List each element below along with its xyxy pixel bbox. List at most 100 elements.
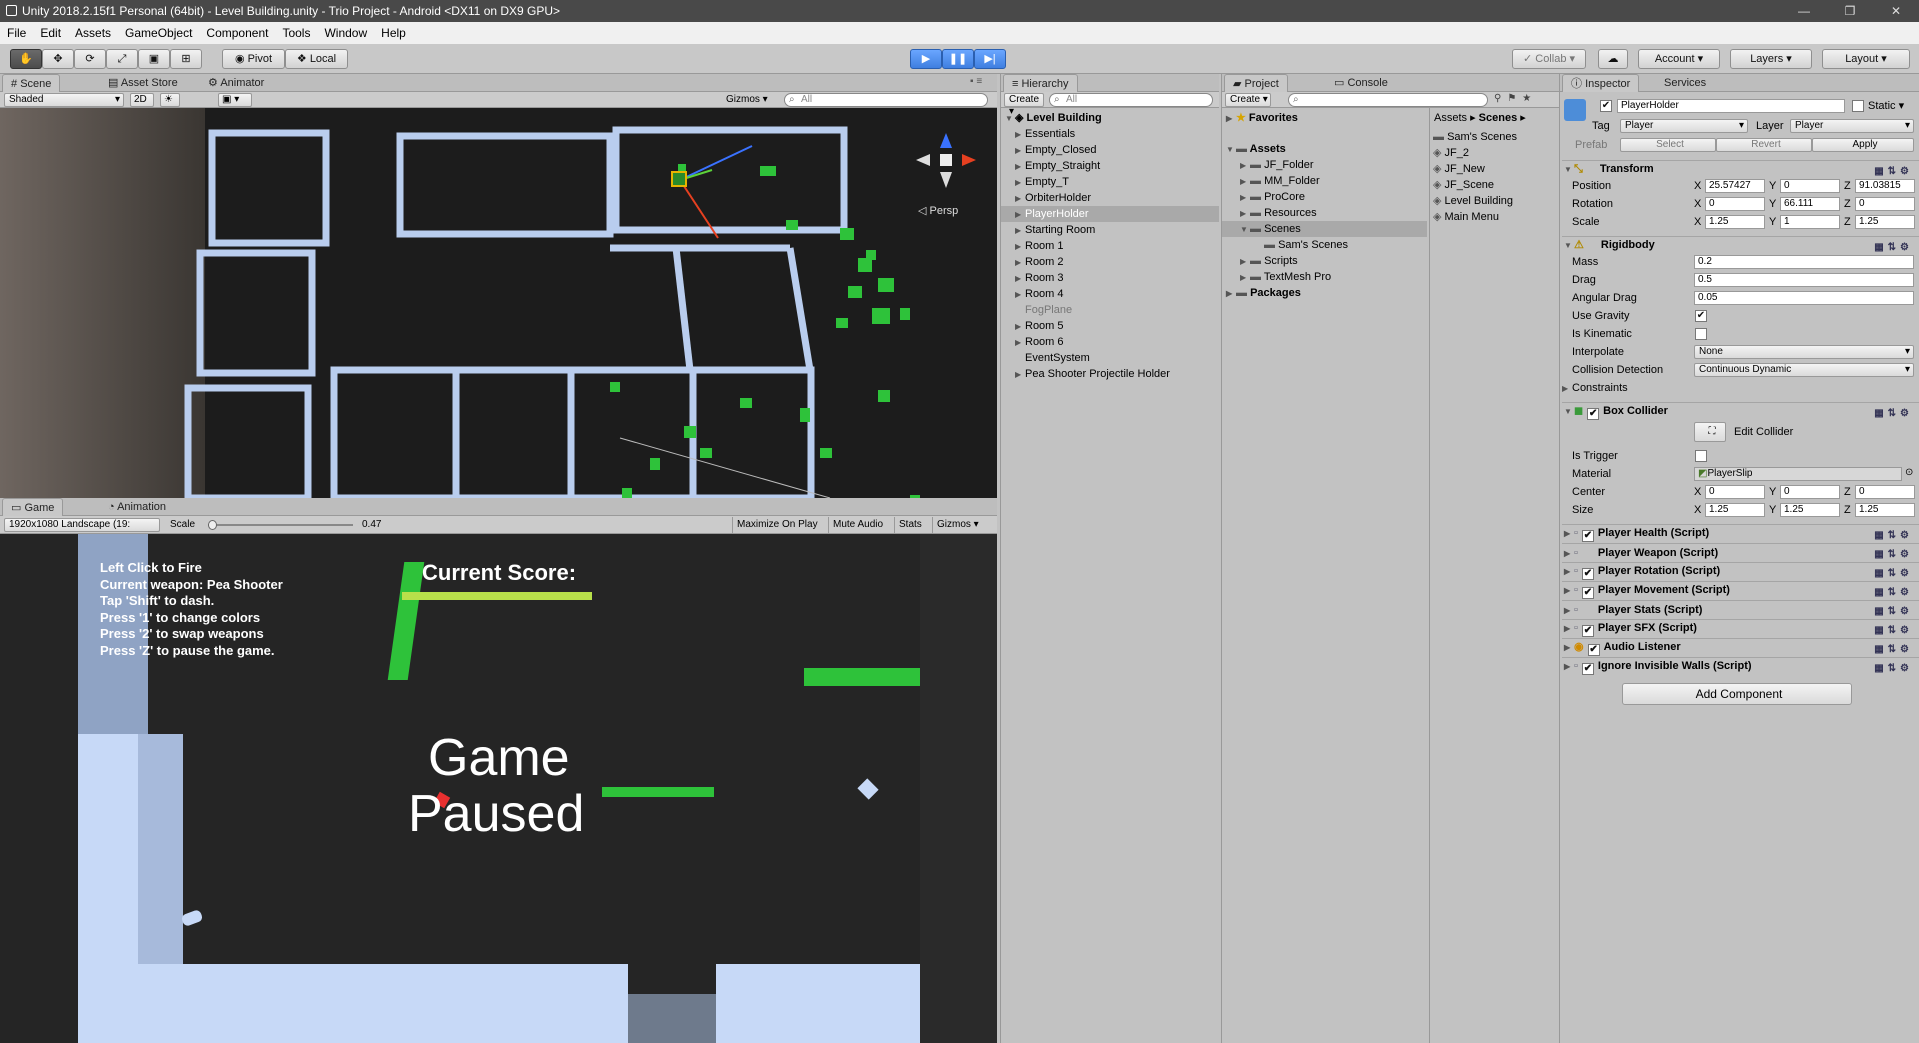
component-enabled-checkbox[interactable]: ✔ [1581, 625, 1594, 637]
scene-search-input[interactable]: ⌕ All [784, 93, 988, 107]
center-axis-label[interactable]: Y [1769, 484, 1776, 500]
rotation-axis-label[interactable]: Y [1769, 196, 1776, 212]
hierarchy-item[interactable]: EventSystem [1001, 350, 1219, 366]
expand-arrow-icon[interactable]: ▶ [1015, 143, 1025, 159]
layout-dropdown[interactable]: Layout ▾ [1822, 49, 1910, 69]
box-collider-header[interactable]: ▼ ◼ ✔ Box Collider ▦⇅⚙ [1562, 402, 1919, 420]
persp-label[interactable]: ◁ Persp [918, 204, 958, 217]
maximize-button[interactable]: ❐ [1827, 0, 1873, 22]
project-file-item[interactable]: ◈ JF_Scene [1433, 177, 1557, 193]
rotation-z-field[interactable]: 0 [1855, 197, 1915, 211]
hierarchy-item[interactable]: ▶ PlayerHolder [1001, 206, 1219, 222]
project-folder-item[interactable]: ▶ ▬ TextMesh Pro [1222, 269, 1427, 285]
rotation-axis-label[interactable]: X [1694, 196, 1701, 212]
tab-animation[interactable]: ◔ Animation [100, 498, 174, 516]
script-component-header[interactable]: ▶ ▫ Player Stats (Script) ▦⇅⚙ [1562, 600, 1919, 617]
center-axis-label[interactable]: X [1694, 484, 1701, 500]
hierarchy-item[interactable]: ▶ Essentials [1001, 126, 1219, 142]
scale-axis-label[interactable]: X [1694, 214, 1701, 230]
shading-dropdown[interactable]: Shaded ▾ [4, 93, 124, 107]
favorites-row[interactable]: ▶ ★ Favorites [1222, 110, 1427, 126]
component-enabled-checkbox[interactable]: ✔ [1581, 587, 1594, 599]
menu-file[interactable]: File [0, 22, 33, 44]
expand-arrow-icon[interactable]: ▶ [1240, 174, 1250, 190]
script-component-header[interactable]: ▶ ▫ Player Weapon (Script) ▦⇅⚙ [1562, 543, 1919, 560]
script-component-header[interactable]: ▶ ▫ ✔ Player Health (Script) ▦⇅⚙ [1562, 524, 1919, 544]
hierarchy-item[interactable]: ▶ Room 6 [1001, 334, 1219, 350]
is-kinematic-checkbox[interactable] [1695, 328, 1707, 340]
project-search-input[interactable]: ⌕ [1288, 93, 1488, 107]
rotation-y-field[interactable]: 66.111 [1780, 197, 1840, 211]
expand-arrow-icon[interactable]: ▼ [1240, 222, 1250, 238]
position-axis-label[interactable]: Z [1844, 178, 1851, 194]
project-file-item[interactable]: ◈ Main Menu [1433, 209, 1557, 225]
position-z-field[interactable]: 91.03815 [1855, 179, 1915, 193]
scale-y-field[interactable]: 1 [1780, 215, 1840, 229]
scale-slider-track[interactable] [208, 524, 353, 526]
hierarchy-item[interactable]: ▶ Empty_T [1001, 174, 1219, 190]
prefab-select-button[interactable]: Select [1620, 138, 1716, 152]
box-collider-enabled-checkbox[interactable]: ✔ [1587, 408, 1600, 420]
menu-tools[interactable]: Tools [275, 22, 317, 44]
expand-arrow-icon[interactable]: ▶ [1240, 254, 1250, 270]
account-dropdown[interactable]: Account ▾ [1638, 49, 1720, 69]
panel-menu-icon[interactable]: ▪ ≡ [970, 76, 982, 87]
hierarchy-item[interactable]: ▶ Empty_Straight [1001, 158, 1219, 174]
expand-arrow-icon[interactable]: ▶ [1015, 319, 1025, 335]
component-settings-icon[interactable]: ▦⇅⚙ [1874, 603, 1913, 620]
hierarchy-item[interactable]: ▶ OrbiterHolder [1001, 190, 1219, 206]
static-checkbox[interactable] [1852, 100, 1864, 112]
rotation-axis-label[interactable]: Z [1844, 196, 1851, 212]
menu-assets[interactable]: Assets [68, 22, 118, 44]
expand-arrow-icon[interactable]: ▶ [1015, 127, 1025, 143]
active-checkbox[interactable]: ✔ [1600, 100, 1612, 112]
interpolate-dropdown[interactable]: None ▾ [1694, 345, 1914, 359]
is-trigger-checkbox[interactable] [1695, 450, 1707, 462]
mute-audio-toggle[interactable]: Mute Audio [828, 517, 883, 533]
project-file-item[interactable]: ▬ Sam's Scenes [1433, 129, 1557, 145]
transform-header[interactable]: ▼ ⤡ Transform ▦⇅⚙ [1562, 160, 1919, 177]
tab-scene[interactable]: # Scene [2, 74, 61, 92]
component-settings-icon[interactable]: ▦⇅⚙ [1874, 641, 1913, 658]
component-settings-icon[interactable]: ▦⇅⚙ [1874, 527, 1913, 544]
rect-tool-icon[interactable]: ▣ [138, 49, 170, 69]
collision-detection-dropdown[interactable]: Continuous Dynamic ▾ [1694, 363, 1914, 377]
play-button[interactable]: ▶ [910, 49, 942, 69]
scale-z-field[interactable]: 1.25 [1855, 215, 1915, 229]
scene-viewport[interactable]: ◁ Persp [0, 108, 997, 498]
project-file-item[interactable]: ◈ Level Building [1433, 193, 1557, 209]
hierarchy-item[interactable]: ▶ Starting Room [1001, 222, 1219, 238]
scale-axis-label[interactable]: Z [1844, 214, 1851, 230]
component-settings-icon[interactable]: ▦⇅⚙ [1874, 546, 1913, 563]
resolution-dropdown[interactable]: 1920x1080 Landscape (19: [4, 518, 160, 532]
component-enabled-checkbox[interactable]: ✔ [1587, 644, 1600, 656]
component-settings-icon[interactable]: ▦⇅⚙ [1874, 565, 1913, 582]
gizmos-dropdown[interactable]: Gizmos ▾ [726, 93, 768, 107]
game-viewport[interactable]: Left Click to Fire Current weapon: Pea S… [0, 534, 997, 1043]
expand-arrow-icon[interactable]: ▶ [1015, 271, 1025, 287]
expand-arrow-icon[interactable]: ▶ [1015, 159, 1025, 175]
project-folder-item[interactable]: ▬ Sam's Scenes [1222, 237, 1427, 253]
hierarchy-create-dropdown[interactable]: Create ▾ [1004, 93, 1044, 117]
tab-project[interactable]: ▰ Project [1224, 74, 1288, 92]
tab-console[interactable]: ▭ Console [1326, 74, 1396, 92]
project-folder-item[interactable]: ▶ ▬ Scripts [1222, 253, 1427, 269]
static-label[interactable]: Static ▾ [1868, 98, 1904, 114]
expand-arrow-icon[interactable]: ▶ [1240, 270, 1250, 286]
center-y-field[interactable]: 0 [1780, 485, 1840, 499]
move-tool-icon[interactable]: ✥ [42, 49, 74, 69]
close-button[interactable]: ✕ [1873, 0, 1919, 22]
hierarchy-item[interactable]: ▶ Room 4 [1001, 286, 1219, 302]
add-component-button[interactable]: Add Component [1622, 683, 1852, 705]
filter-icons[interactable]: ⚲⚑★ [1494, 93, 1537, 104]
material-field[interactable]: ◩PlayerSlip [1694, 467, 1902, 481]
angular-drag-field[interactable]: 0.05 [1694, 291, 1914, 305]
collab-button[interactable]: ✓ Collab ▾ [1512, 49, 1586, 69]
tag-dropdown[interactable]: Player ▾ [1620, 119, 1748, 133]
expand-arrow-icon[interactable]: ▶ [1015, 223, 1025, 239]
scale-tool-icon[interactable]: ⤢ [106, 49, 138, 69]
project-folder-item[interactable]: ▶ ▬ JF_Folder [1222, 157, 1427, 173]
expand-arrow-icon[interactable]: ▶ [1240, 206, 1250, 222]
image-effects-icon[interactable]: ▣ ▾ [218, 93, 252, 107]
size-z-field[interactable]: 1.25 [1855, 503, 1915, 517]
